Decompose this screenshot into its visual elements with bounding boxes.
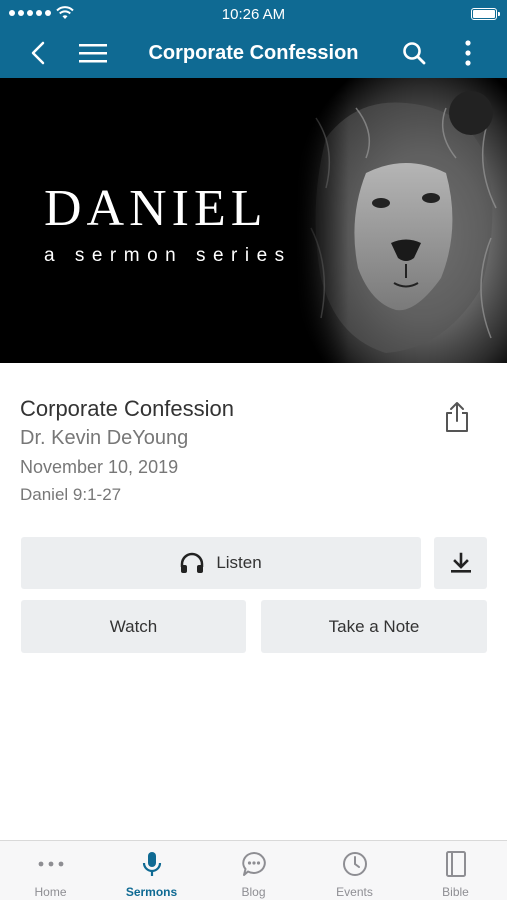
series-title: DANIEL xyxy=(44,180,268,237)
series-banner: DANIEL a sermon series xyxy=(0,78,507,363)
back-chevron-icon xyxy=(31,41,45,65)
more-dots-icon xyxy=(38,861,63,867)
tab-blog[interactable]: Blog xyxy=(203,841,304,900)
book-icon xyxy=(445,851,466,877)
menu-button[interactable] xyxy=(76,28,110,78)
tab-bible[interactable]: Bible xyxy=(405,841,506,900)
tab-bar: Home Sermons Blog Events Bible xyxy=(0,840,507,900)
status-time: 10:26 AM xyxy=(221,6,286,23)
search-button[interactable] xyxy=(398,28,430,78)
listen-button[interactable]: Listen xyxy=(21,537,421,589)
sermon-passage: Daniel 9:1-27 xyxy=(20,485,122,504)
more-vertical-icon xyxy=(465,40,471,66)
tab-sermons[interactable]: Sermons xyxy=(101,841,202,900)
lion-image xyxy=(296,78,507,363)
download-icon xyxy=(450,552,471,573)
menu-icon xyxy=(79,44,107,63)
battery-icon xyxy=(471,8,500,20)
clock-icon xyxy=(342,852,367,876)
sermon-info: Corporate Confession Dr. Kevin DeYoung N… xyxy=(20,395,420,508)
tab-events[interactable]: Events xyxy=(304,841,405,900)
more-button[interactable] xyxy=(454,28,482,78)
sermon-title: Corporate Confession xyxy=(20,396,235,421)
microphone-icon xyxy=(142,852,161,876)
chat-bubble-icon xyxy=(241,852,266,876)
status-bar: 10:26 AM xyxy=(0,0,507,28)
tab-bible-label: Bible xyxy=(442,885,469,899)
nav-bar: Corporate Confession xyxy=(0,28,507,78)
download-button[interactable] xyxy=(434,537,487,589)
share-button[interactable] xyxy=(440,398,474,436)
tab-home-label: Home xyxy=(34,885,67,899)
tab-events-label: Events xyxy=(336,885,373,899)
share-icon xyxy=(446,402,468,432)
back-button[interactable] xyxy=(22,28,54,78)
watch-button[interactable]: Watch xyxy=(21,600,246,653)
sermon-speaker: Dr. Kevin DeYoung xyxy=(20,427,189,449)
headphones-icon xyxy=(181,552,204,573)
series-subtitle: a sermon series xyxy=(44,245,292,266)
tab-sermons-label: Sermons xyxy=(125,885,178,899)
sermon-date: November 10, 2019 xyxy=(20,457,179,477)
page-title: Corporate Confession xyxy=(148,42,359,64)
tab-blog-label: Blog xyxy=(241,885,266,899)
take-note-button[interactable]: Take a Note xyxy=(261,600,487,653)
tab-home[interactable]: Home xyxy=(0,841,101,900)
search-icon xyxy=(403,42,426,65)
listen-label: Listen xyxy=(216,553,262,572)
